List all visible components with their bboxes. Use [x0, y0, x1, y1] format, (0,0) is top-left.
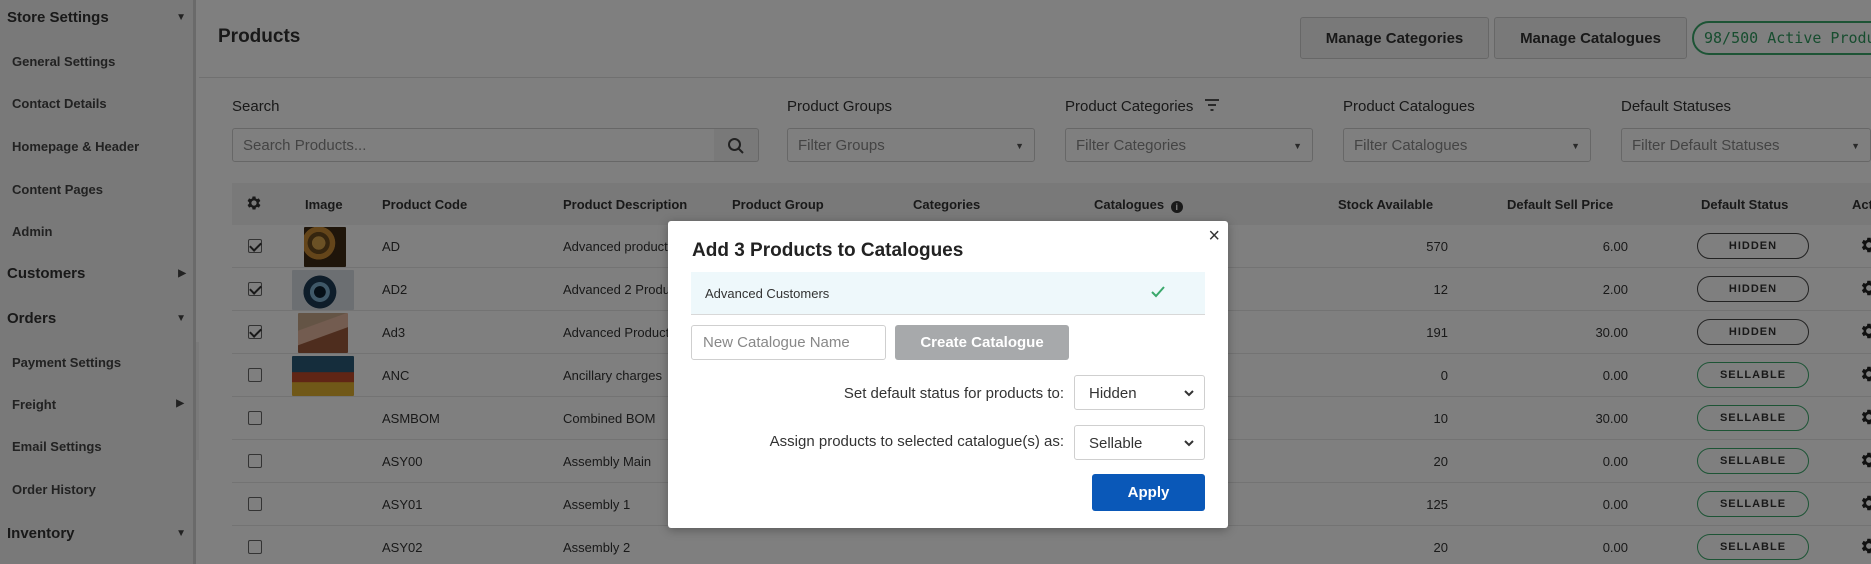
new-catalogue-name-input[interactable] [691, 325, 886, 360]
checkmark-icon [1151, 286, 1165, 298]
default-status-value: Hidden [1089, 385, 1137, 402]
assign-as-label: Assign products to selected catalogue(s)… [769, 433, 1064, 450]
add-to-catalogues-modal: × Add 3 Products to Catalogues Advanced … [668, 221, 1228, 528]
default-status-label: Set default status for products to: [843, 385, 1064, 402]
close-icon[interactable]: × [1208, 225, 1220, 248]
apply-button[interactable]: Apply [1092, 474, 1205, 511]
modal-title: Add 3 Products to Catalogues [692, 240, 964, 261]
catalogue-option-label: Advanced Customers [705, 286, 830, 301]
chevron-down-icon [1184, 390, 1194, 397]
default-status-select[interactable]: Hidden [1074, 375, 1205, 410]
create-catalogue-button[interactable]: Create Catalogue [895, 325, 1069, 360]
chevron-down-icon [1184, 440, 1194, 447]
assign-as-value: Sellable [1089, 435, 1143, 452]
catalogue-option-advanced-customers[interactable]: Advanced Customers [691, 272, 1205, 315]
assign-as-select[interactable]: Sellable [1074, 425, 1205, 460]
